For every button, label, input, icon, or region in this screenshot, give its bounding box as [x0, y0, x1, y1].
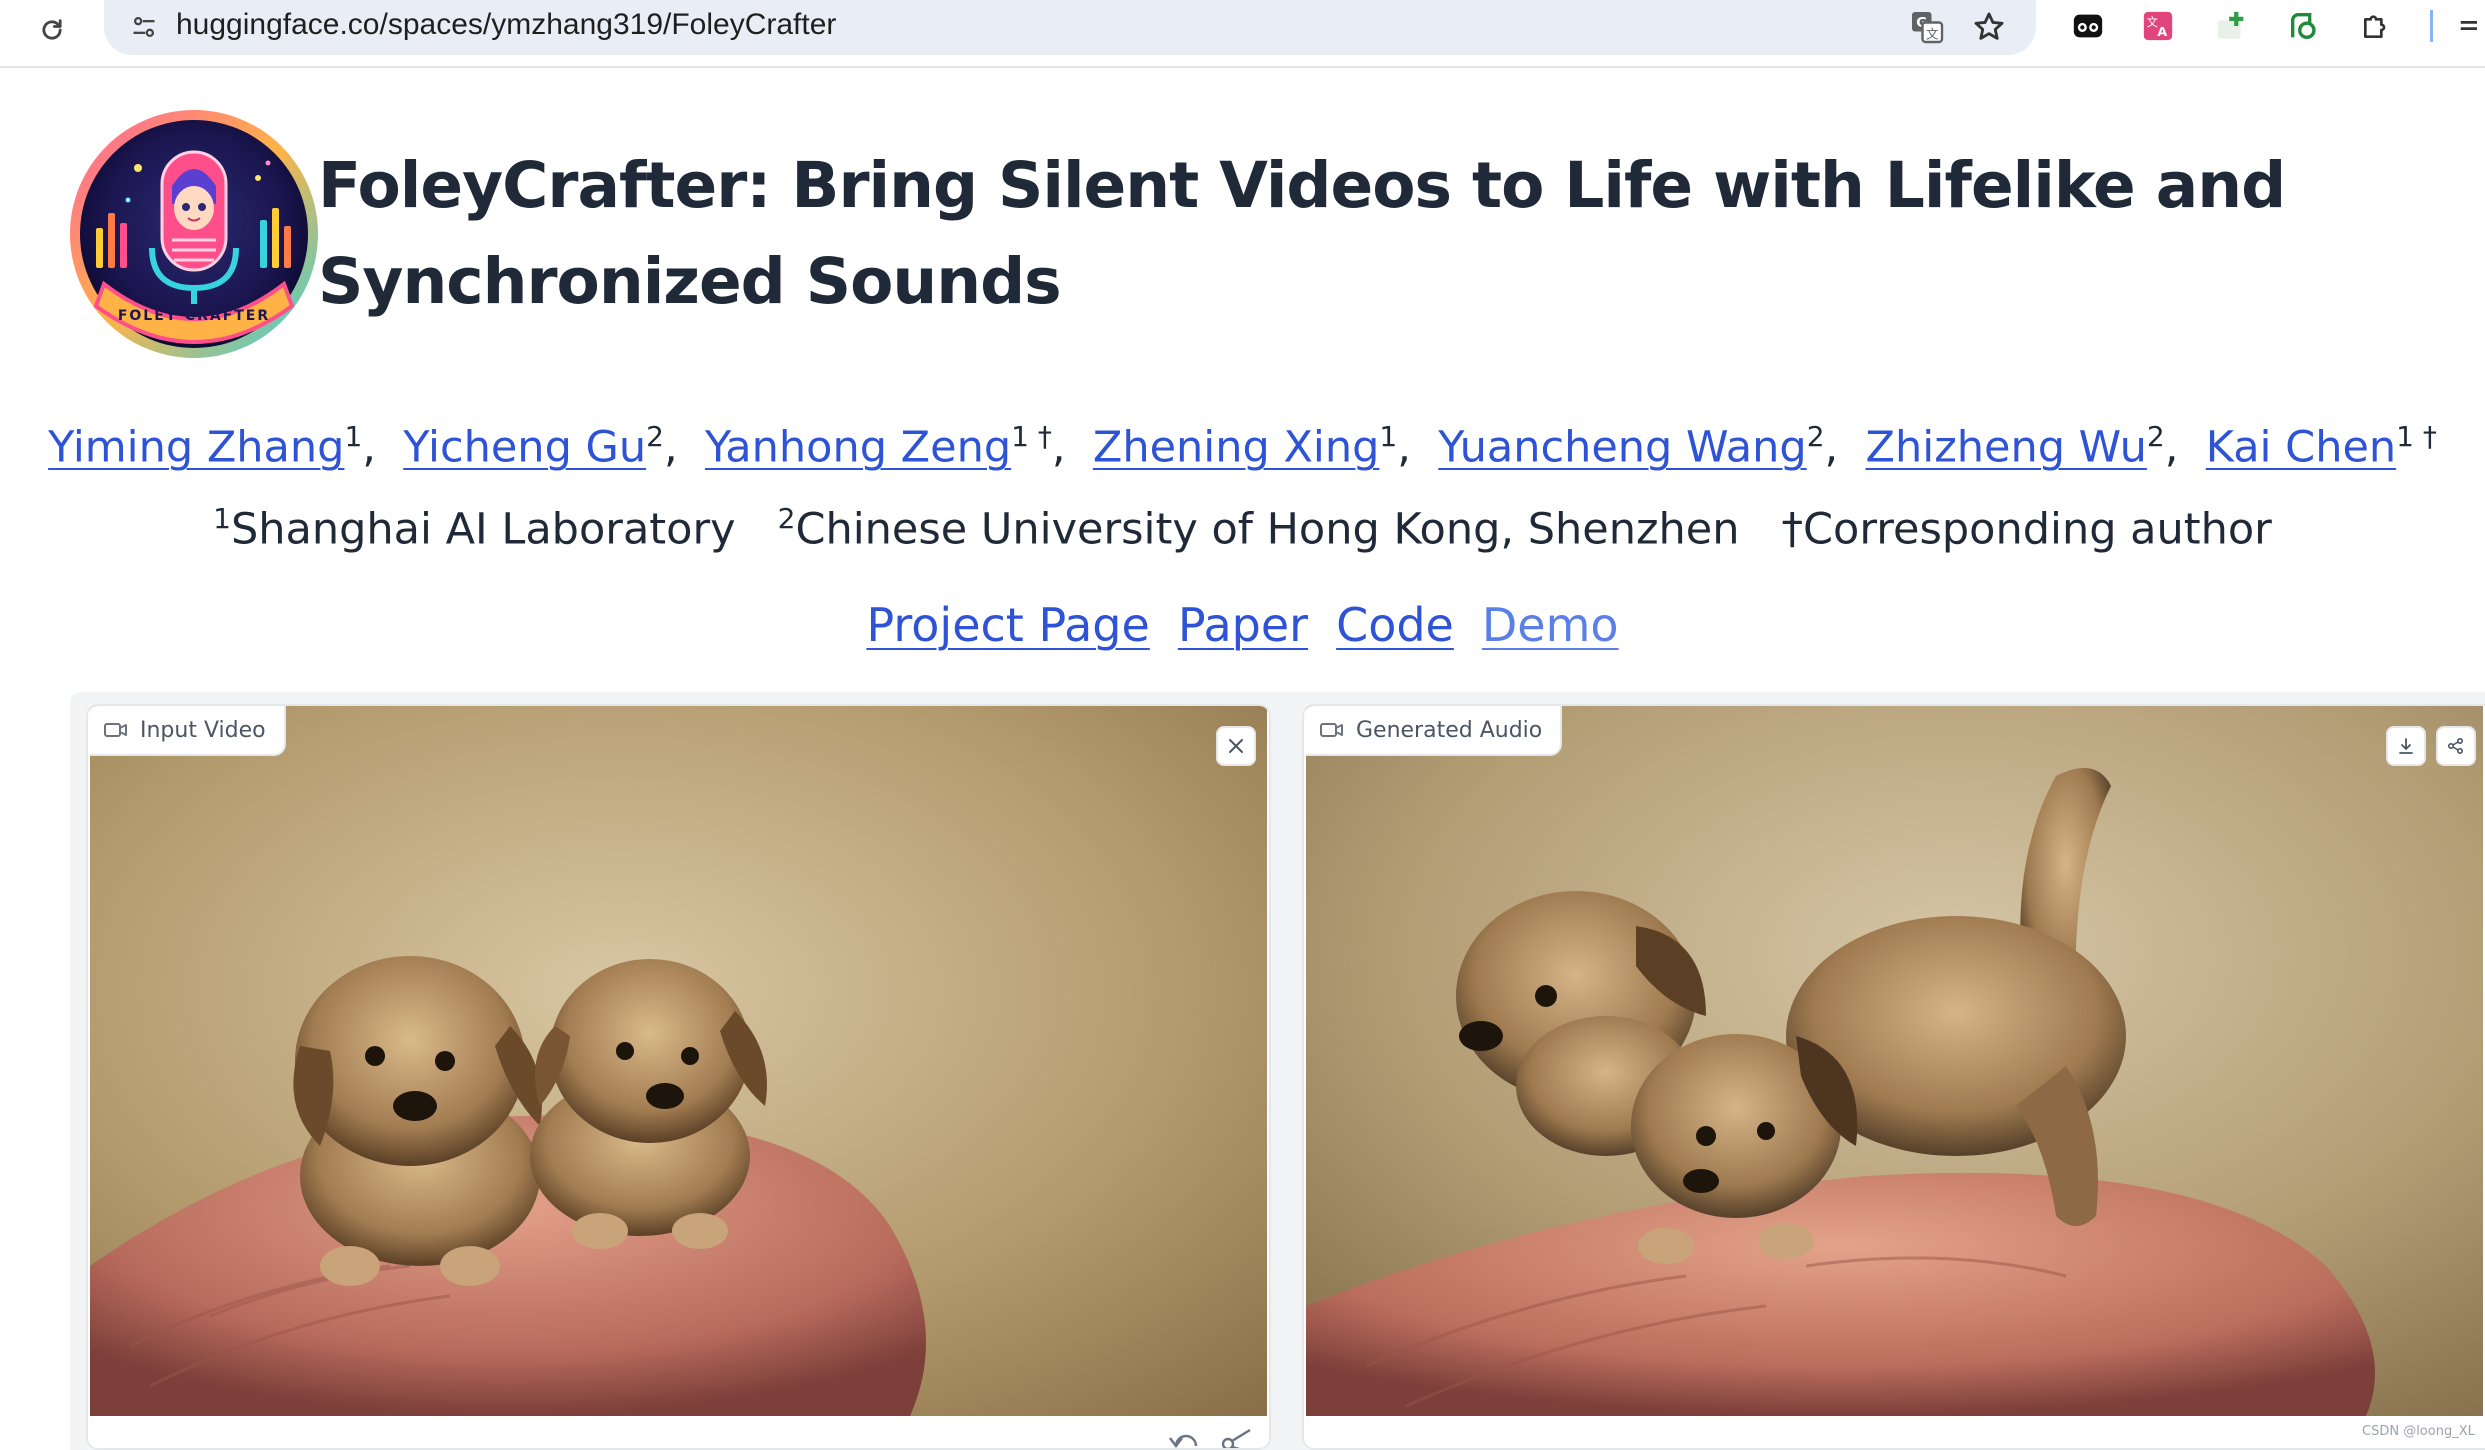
url-text[interactable]: huggingface.co/spaces/ymzhang319/FoleyCr… [176, 6, 836, 44]
undo-icon[interactable] [1168, 1428, 1202, 1450]
browser-toolbar: huggingface.co/spaces/ymzhang319/FoleyCr… [0, 0, 2485, 68]
author-affiliation-mark: 1 [344, 420, 363, 453]
logo-text: FOLEY CRAFTER [118, 308, 270, 324]
author-affiliation-mark: 2 [646, 420, 664, 453]
extension-translate-icon[interactable]: 文 A [2136, 4, 2180, 48]
download-button[interactable] [2386, 726, 2426, 766]
input-video-player[interactable] [90, 706, 1267, 1416]
svg-text:A: A [2157, 25, 2167, 40]
video-trim-controls [1168, 1428, 1254, 1450]
translate-button[interactable]: G 文 [1904, 4, 1950, 50]
extensions-puzzle-icon[interactable] [2354, 4, 2398, 48]
demo-link[interactable]: Demo [1482, 598, 1619, 652]
affiliation-mark: 1 [213, 502, 231, 535]
video-camera-icon [104, 723, 127, 737]
foleycrafter-logo: FOLEY CRAFTER [68, 108, 320, 360]
puppies-video-frame [90, 706, 1267, 1416]
star-icon [1974, 12, 2004, 40]
reload-button[interactable] [28, 6, 76, 54]
extension-mask-icon[interactable] [2066, 4, 2110, 48]
corresponding-author-note: †Corresponding author [1781, 504, 2272, 555]
author-link[interactable]: Yiming Zhang [48, 422, 344, 472]
address-bar[interactable]: huggingface.co/spaces/ymzhang319/FoleyCr… [104, 0, 2036, 55]
page-title: FoleyCrafter: Bring Silent Videos to Lif… [318, 149, 2286, 318]
author-link[interactable]: Yuancheng Wang [1438, 422, 1806, 472]
code-link[interactable]: Code [1336, 598, 1454, 652]
author-link[interactable]: Zhizheng Wu [1866, 422, 2147, 472]
affiliation-mark: 2 [777, 502, 796, 535]
extension-leaf-icon[interactable] [2282, 4, 2326, 48]
affiliations: 1Shanghai AI Laboratory 2Chinese Universi… [0, 486, 2485, 562]
svg-text:文: 文 [1926, 27, 1939, 42]
input-video-panel: Input Video [86, 704, 1271, 1450]
affiliation-shanghai: Shanghai AI Laboratory [230, 504, 736, 555]
download-icon [2399, 738, 2413, 754]
bookmark-button[interactable] [1966, 4, 2012, 50]
author-affiliation-mark: 1 [1379, 420, 1398, 453]
paper-link[interactable]: Paper [1178, 598, 1308, 652]
reload-icon [42, 19, 62, 40]
author-affiliation-mark: 2 [2146, 420, 2165, 453]
clear-video-button[interactable] [1216, 726, 1256, 766]
author-affiliation-mark: 1 † [1011, 420, 1052, 453]
extension-plus-icon[interactable] [2210, 4, 2254, 48]
scissors-icon[interactable] [1220, 1428, 1254, 1450]
csdn-watermark: CSDN @loong_XL [2362, 1424, 2475, 1439]
puppies-video-frame [1306, 706, 2483, 1416]
author-link[interactable]: Yanhong Zeng [705, 422, 1011, 472]
generated-video-player[interactable] [1306, 706, 2483, 1416]
project-page-link[interactable]: Project Page [866, 598, 1149, 652]
close-icon [1229, 739, 1243, 753]
site-info-button[interactable] [122, 5, 166, 49]
input-video-label: Input Video [90, 706, 286, 756]
author-list: Yiming Zhang1, Yicheng Gu2, Yanhong Zeng… [48, 420, 2437, 473]
tune-icon [133, 16, 155, 38]
generated-audio-label: Generated Audio [1306, 706, 1563, 756]
affiliation-cuhk: Chinese University of Hong Kong, Shenzhe… [795, 504, 1740, 555]
toolbar-separator [2430, 10, 2433, 42]
generated-audio-panel: Generated Audio [1302, 704, 2485, 1450]
author-link[interactable]: Zhening Xing [1093, 422, 1380, 472]
author-link[interactable]: Yicheng Gu [403, 422, 646, 472]
share-icon [2447, 737, 2464, 755]
author-affiliation-mark: 2 [1806, 420, 1825, 453]
resource-links: Project Page Paper Code Demo [0, 590, 2485, 660]
menu-icon[interactable] [2452, 4, 2482, 48]
video-camera-icon [1320, 723, 1343, 737]
share-button[interactable] [2436, 726, 2476, 766]
author-link[interactable]: Kai Chen [2206, 422, 2396, 472]
author-affiliation-mark: 1 † [2396, 420, 2437, 453]
translate-icon: G 文 [1912, 12, 1944, 44]
